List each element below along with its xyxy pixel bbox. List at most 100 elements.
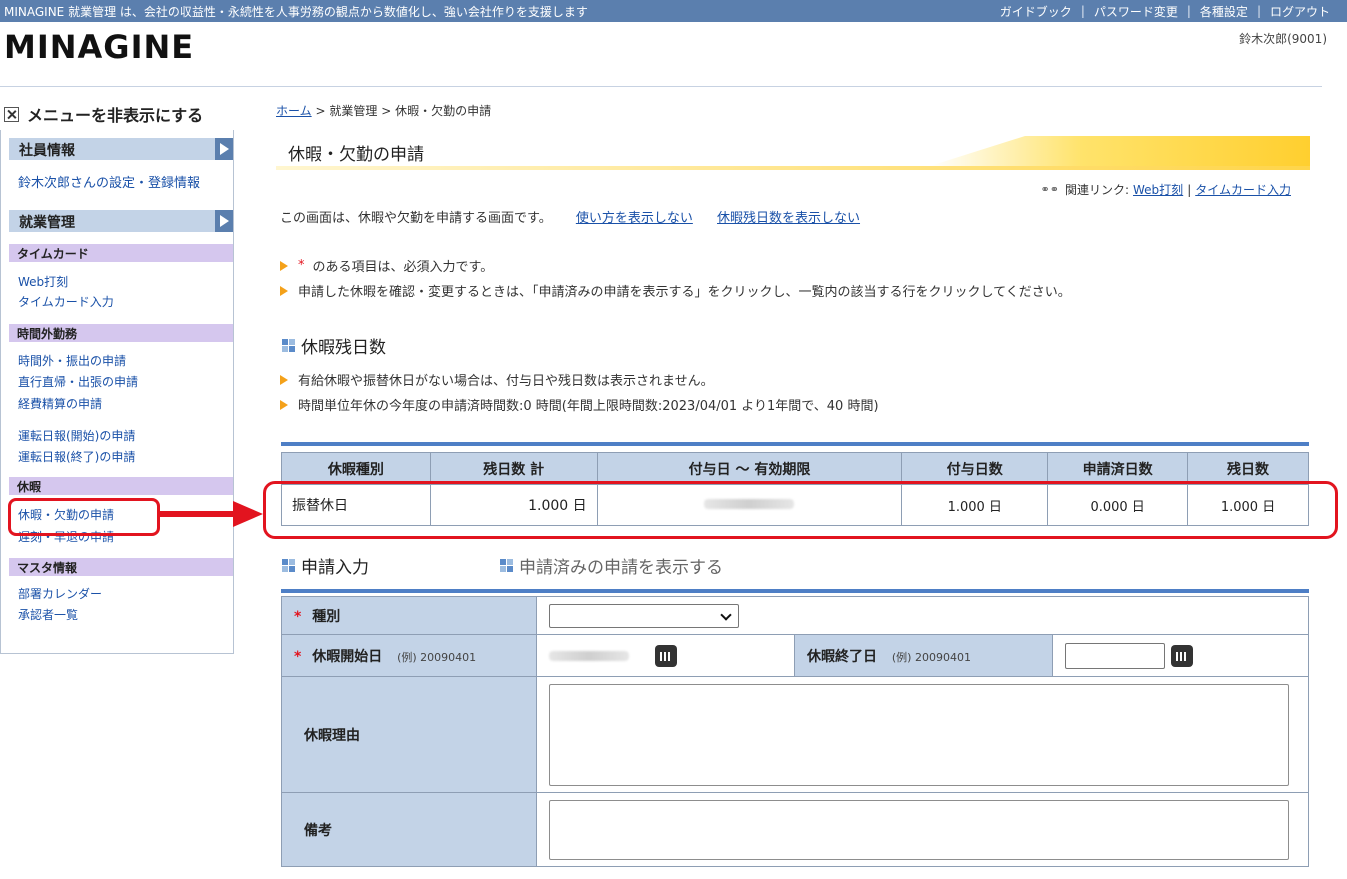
breadcrumb-home[interactable]: ホーム — [276, 104, 312, 118]
note-required: * のある項目は、必須入力です。 — [280, 256, 1071, 275]
col-type: 休暇種別 — [281, 452, 431, 485]
hide-menu-toggle[interactable]: メニューを非表示にする — [2, 102, 203, 126]
remaining-heading: 休暇残日数 — [282, 333, 386, 358]
highlight-box — [8, 498, 160, 536]
bullet-arrow-icon — [280, 260, 288, 271]
sidebar-item-employee-settings[interactable]: 鈴木次郎さんの設定・登録情報 — [18, 172, 200, 191]
breadcrumb-level1: 就業管理 — [329, 104, 378, 118]
reason-field-cell — [536, 676, 1309, 793]
type-field-cell — [536, 596, 1309, 635]
logout-link[interactable]: ログアウト — [1261, 3, 1339, 20]
sidebar-section-employee[interactable]: 社員情報 — [9, 138, 233, 160]
bullet-arrow-icon — [280, 285, 288, 296]
intro-line: この画面は、休暇や欠勤を申請する画面です。 使い方を表示しない 休暇残日数を表示… — [280, 207, 860, 226]
form-row-reason: 休暇理由 — [280, 676, 1309, 793]
guidebook-link[interactable]: ガイドブック — [991, 3, 1081, 20]
form-top-line — [281, 589, 1309, 593]
calendar-icon[interactable] — [1170, 644, 1193, 667]
password-change-link[interactable]: パスワード変更 — [1085, 3, 1187, 20]
sidebar-item-approvers[interactable]: 承認者一覧 — [18, 606, 78, 623]
end-label-cell: 休暇終了日 (例) 20090401 — [794, 634, 1053, 677]
page-title-bar: 休暇・欠勤の申請 — [276, 132, 1310, 170]
section-title: 社員情報 — [19, 143, 75, 159]
form-row-type: * 種別 — [280, 596, 1309, 635]
breadcrumb-level2: 休暇・欠勤の申請 — [395, 104, 492, 118]
play-arrow-icon — [215, 210, 233, 232]
end-date-input[interactable] — [1064, 642, 1165, 669]
remaining-notes: 有給休暇や振替休日がない場合は、付与日や残日数は表示されません。 時間単位年休の… — [280, 370, 879, 420]
sidebar-item-overtime[interactable]: 時間外・振出の申請 — [18, 352, 126, 369]
calendar-icon[interactable] — [655, 644, 678, 667]
link-chain-icon: ⚭⚭ — [1040, 183, 1059, 196]
type-label-cell: * 種別 — [280, 596, 538, 635]
sidebar-item-dept-calendar[interactable]: 部署カレンダー — [18, 585, 102, 602]
breadcrumb: ホーム > 就業管理 > 休暇・欠勤の申請 — [276, 104, 492, 118]
toggle-usage-link[interactable]: 使い方を表示しない — [576, 211, 693, 226]
sidebar-section-work[interactable]: 就業管理 — [9, 210, 233, 232]
col-granted: 付与日数 — [901, 452, 1049, 485]
toggle-remaining-link[interactable]: 休暇残日数を表示しない — [717, 211, 860, 226]
note-field-cell — [536, 792, 1309, 867]
related-web-punch-link[interactable]: Web打刻 — [1133, 181, 1183, 198]
sidebar-group-overtime: 時間外勤務 — [9, 324, 233, 342]
sidebar-item-direct-trip[interactable]: 直行直帰・出張の申請 — [18, 373, 138, 390]
header-divider — [0, 86, 1322, 87]
note-hourly-leave: 時間単位年休の今年度の申請済時間数:0 時間(年間上限時間数:2023/04/0… — [280, 395, 879, 414]
note-confirm: 申請した休暇を確認・変更するときは、「申請済みの申請を表示する」をクリックし、一… — [280, 281, 1071, 300]
title-decoration — [930, 136, 1310, 166]
note-label-cell: 備考 — [280, 792, 538, 867]
form-row-note: 備考 — [280, 792, 1309, 867]
application-form: * 種別 * 休暇開始日 (例) 20090401 休暇終了日 (例) 2009… — [280, 596, 1310, 867]
form-heading: 申請入力 — [282, 553, 369, 578]
highlight-box — [263, 481, 1338, 539]
logo[interactable]: MINAGINE — [4, 28, 194, 66]
sidebar-group-leave: 休暇 — [9, 477, 233, 495]
sidebar-item-expense[interactable]: 経費精算の申請 — [18, 395, 102, 412]
settings-link[interactable]: 各種設定 — [1191, 3, 1257, 20]
show-applied-tab[interactable]: 申請済みの申請を表示する — [500, 553, 723, 578]
start-field-cell — [536, 634, 796, 677]
close-box-icon — [4, 106, 19, 122]
section-grid-icon — [282, 339, 295, 352]
user-name: 鈴木次郎(9001) — [1239, 32, 1327, 46]
start-label-cell: * 休暇開始日 (例) 20090401 — [280, 634, 538, 677]
sidebar-item-drive-start[interactable]: 運転日報(開始)の申請 — [18, 427, 135, 444]
hide-menu-label: メニューを非表示にする — [27, 106, 204, 125]
bullet-arrow-icon — [280, 374, 288, 385]
table-top-line — [281, 442, 1309, 446]
sidebar-group-timecard: タイムカード — [9, 244, 233, 262]
intro-text: この画面は、休暇や欠勤を申請する画面です。 — [280, 211, 552, 226]
section-grid-icon — [282, 559, 295, 572]
page-title: 休暇・欠勤の申請 — [288, 145, 424, 165]
top-bar: MINAGINE 就業管理 は、会社の収益性・永続性を人事労務の観点から数値化し… — [0, 0, 1347, 22]
section-grid-icon — [500, 559, 513, 572]
reason-textarea[interactable] — [549, 683, 1290, 786]
sidebar-item-web-punch[interactable]: Web打刻 — [18, 273, 68, 290]
related-label: 関連リンク: — [1064, 183, 1130, 197]
title-underline — [276, 166, 1310, 170]
reason-label-cell: 休暇理由 — [280, 676, 538, 793]
sidebar-item-timecard-input[interactable]: タイムカード入力 — [18, 293, 114, 310]
col-period: 付与日 〜 有効期限 — [596, 452, 903, 485]
bullet-arrow-icon — [280, 399, 288, 410]
redacted-date — [549, 650, 630, 661]
type-select[interactable] — [549, 603, 740, 628]
col-applied: 申請済日数 — [1047, 452, 1189, 485]
col-total: 残日数 計 — [429, 452, 598, 485]
start-date-input[interactable] — [549, 643, 649, 669]
col-remaining: 残日数 — [1187, 452, 1309, 485]
note-no-paid-leave: 有給休暇や振替休日がない場合は、付与日や残日数は表示されません。 — [280, 370, 879, 389]
form-row-dates: * 休暇開始日 (例) 20090401 休暇終了日 (例) 20090401 — [280, 634, 1310, 677]
end-field-cell — [1051, 634, 1310, 677]
play-arrow-icon — [215, 138, 233, 160]
tagline: MINAGINE 就業管理 は、会社の収益性・永続性を人事労務の観点から数値化し… — [4, 4, 588, 19]
highlight-arrow — [160, 511, 238, 517]
table-header-row: 休暇種別 残日数 計 付与日 〜 有効期限 付与日数 申請済日数 残日数 — [281, 452, 1309, 485]
sidebar-item-drive-end[interactable]: 運転日報(終了)の申請 — [18, 448, 135, 465]
notes-list: * のある項目は、必須入力です。 申請した休暇を確認・変更するときは、「申請済み… — [280, 256, 1071, 306]
top-links: ガイドブック | パスワード変更 | 各種設定 | ログアウト — [991, 3, 1339, 20]
note-textarea[interactable] — [549, 799, 1290, 860]
highlight-arrow-head — [233, 501, 263, 527]
related-timecard-link[interactable]: タイムカード入力 — [1195, 181, 1291, 198]
sidebar: 社員情報 鈴木次郎さんの設定・登録情報 就業管理 タイムカード Web打刻 タイ… — [0, 130, 234, 654]
